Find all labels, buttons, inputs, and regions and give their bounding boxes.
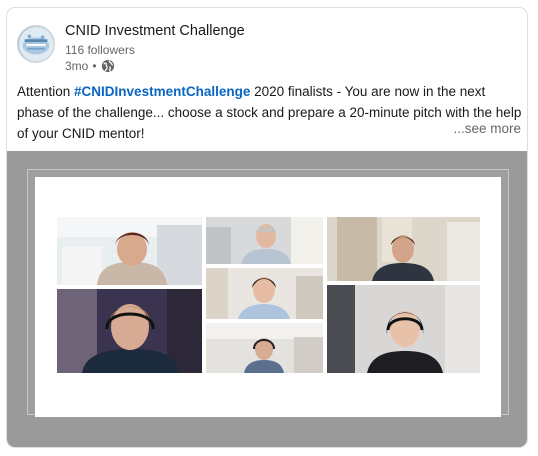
see-more-link[interactable]: ...see more <box>447 121 521 136</box>
post-text-intro: Attention <box>17 84 75 99</box>
participant-tile-4 <box>57 289 202 373</box>
post-header: CNID Investment Challenge 116 followers … <box>17 20 517 74</box>
participant-tile-2 <box>206 217 323 264</box>
follower-count: 116 followers <box>65 43 135 57</box>
hashtag-link[interactable]: #CNIDInvestmentChallenge <box>74 84 250 99</box>
post-meta: 3mo • <box>65 59 115 73</box>
participant-tile-5 <box>206 268 323 319</box>
post-body-text: Attention #CNIDInvestmentChallenge 2020 … <box>17 81 522 144</box>
participant-tile-7 <box>206 323 323 373</box>
participant-tile-1 <box>57 217 202 285</box>
company-name-link[interactable]: CNID Investment Challenge <box>65 23 245 39</box>
participant-tile-3 <box>327 217 480 281</box>
globe-icon <box>101 59 115 73</box>
video-call-screenshot <box>35 177 501 417</box>
post-time: 3mo <box>65 59 89 73</box>
participant-tile-6 <box>327 285 480 373</box>
post-card: CNID Investment Challenge 116 followers … <box>6 7 528 448</box>
post-image[interactable] <box>7 151 527 447</box>
company-logo-avatar[interactable] <box>17 25 55 63</box>
meta-separator: • <box>92 59 97 73</box>
